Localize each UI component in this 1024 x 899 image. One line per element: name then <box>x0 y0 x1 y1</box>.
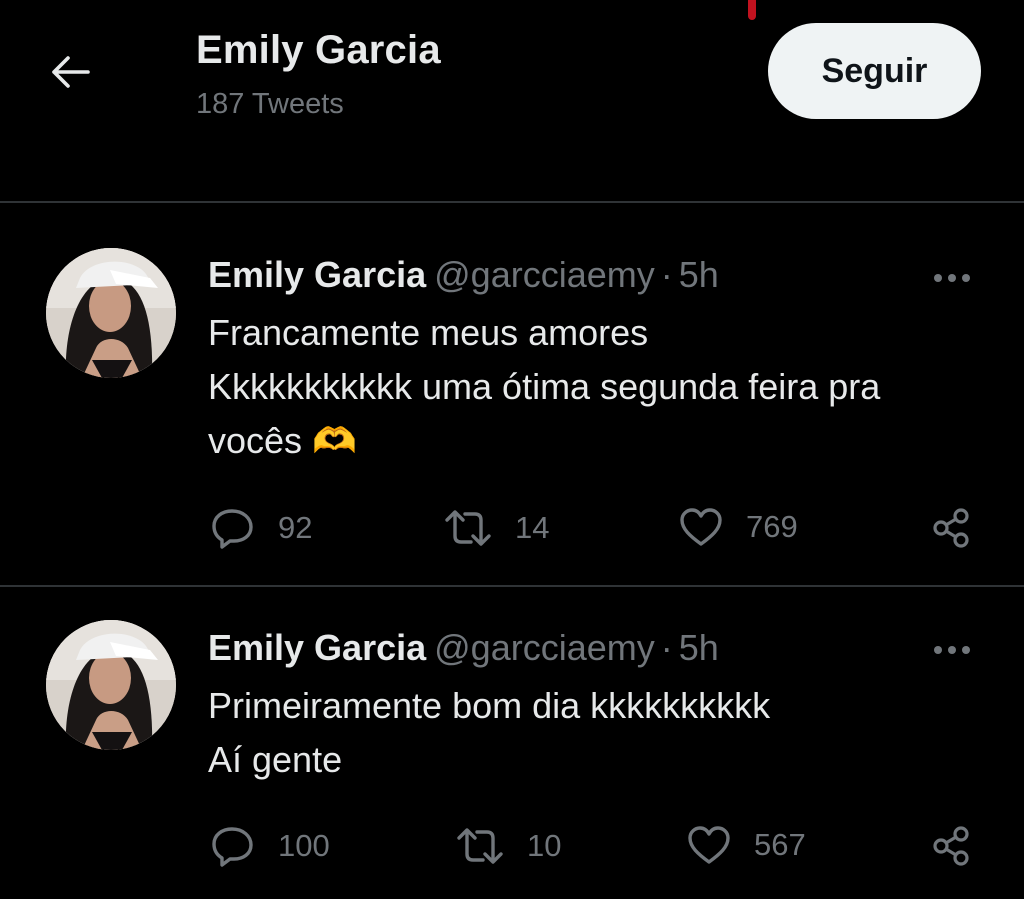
tweet-count: 187 Tweets <box>196 88 344 120</box>
retweet-button[interactable]: 14 <box>443 506 549 550</box>
like-button[interactable]: 769 <box>678 506 798 548</box>
heart-icon <box>680 508 722 546</box>
tweet-author-handle[interactable]: @garcciaemy <box>434 254 655 295</box>
profile-name-title: Emily Garcia <box>196 28 441 72</box>
tweet-author-name[interactable]: Emily Garcia <box>208 627 426 668</box>
tweet-text: Primeiramente bom dia kkkkkkkkkk Aí gent… <box>208 679 998 787</box>
separator-dot: · <box>660 254 673 295</box>
separator-dot: · <box>660 627 673 668</box>
reply-count: 92 <box>278 510 313 545</box>
back-button[interactable] <box>44 48 96 96</box>
tweet-text-line: Francamente meus amores <box>208 312 649 353</box>
retweet-count: 14 <box>515 510 550 545</box>
retweet-icon <box>445 510 491 546</box>
avatar-image <box>46 620 176 750</box>
like-button[interactable]: 567 <box>686 824 806 866</box>
tweet-item[interactable]: Emily Garcia @garcciaemy · 5h Primeiramente… <box>0 587 1024 899</box>
profile-header: Emily Garcia 187 Tweets Seguir <box>0 0 1024 202</box>
tweet-text: Francamente meus amores Kkkkkkkkkkk uma … <box>208 306 998 468</box>
tweet-author-name[interactable]: Emily Garcia <box>208 254 426 295</box>
status-indicator <box>748 0 756 20</box>
tweet-item[interactable]: Emily Garcia @garcciaemy · 5h Francamente m… <box>0 204 1024 586</box>
share-icon[interactable] <box>930 506 974 550</box>
avatar[interactable] <box>46 248 176 378</box>
tweet-text-line: vocês 🫶 <box>208 420 357 461</box>
tweet-header: Emily Garcia @garcciaemy · 5h <box>208 254 719 296</box>
like-count: 567 <box>754 827 806 862</box>
tweet-text-line: Aí gente <box>208 739 343 780</box>
tweet-text-line: Primeiramente bom dia kkkkkkkkkk <box>208 685 771 726</box>
reply-button[interactable]: 92 <box>210 506 312 550</box>
reply-icon <box>212 827 253 867</box>
follow-button[interactable]: Seguir <box>768 23 981 119</box>
avatar[interactable] <box>46 620 176 750</box>
tweet-time[interactable]: 5h <box>679 627 719 668</box>
tweet-time[interactable]: 5h <box>679 254 719 295</box>
heart-icon <box>688 826 730 864</box>
retweet-icon <box>457 828 503 864</box>
like-count: 769 <box>746 509 798 544</box>
more-horizontal-icon[interactable] <box>930 270 974 286</box>
tweet-text-line: Kkkkkkkkkkk uma ótima segunda feira pra <box>208 366 881 407</box>
arrow-left-icon <box>52 56 90 88</box>
more-horizontal-icon[interactable] <box>930 642 974 658</box>
tweet-author-handle[interactable]: @garcciaemy <box>434 627 655 668</box>
reply-button[interactable]: 100 <box>210 824 330 868</box>
divider <box>0 201 1024 203</box>
reply-icon <box>212 509 253 549</box>
retweet-button[interactable]: 10 <box>455 824 561 868</box>
share-icon[interactable] <box>930 824 974 868</box>
avatar-image <box>46 248 176 378</box>
retweet-count: 10 <box>527 828 562 863</box>
profile-timeline: Emily Garcia 187 Tweets Seguir Emily Gar… <box>0 0 1024 899</box>
reply-count: 100 <box>278 828 330 863</box>
tweet-header: Emily Garcia @garcciaemy · 5h <box>208 627 719 669</box>
